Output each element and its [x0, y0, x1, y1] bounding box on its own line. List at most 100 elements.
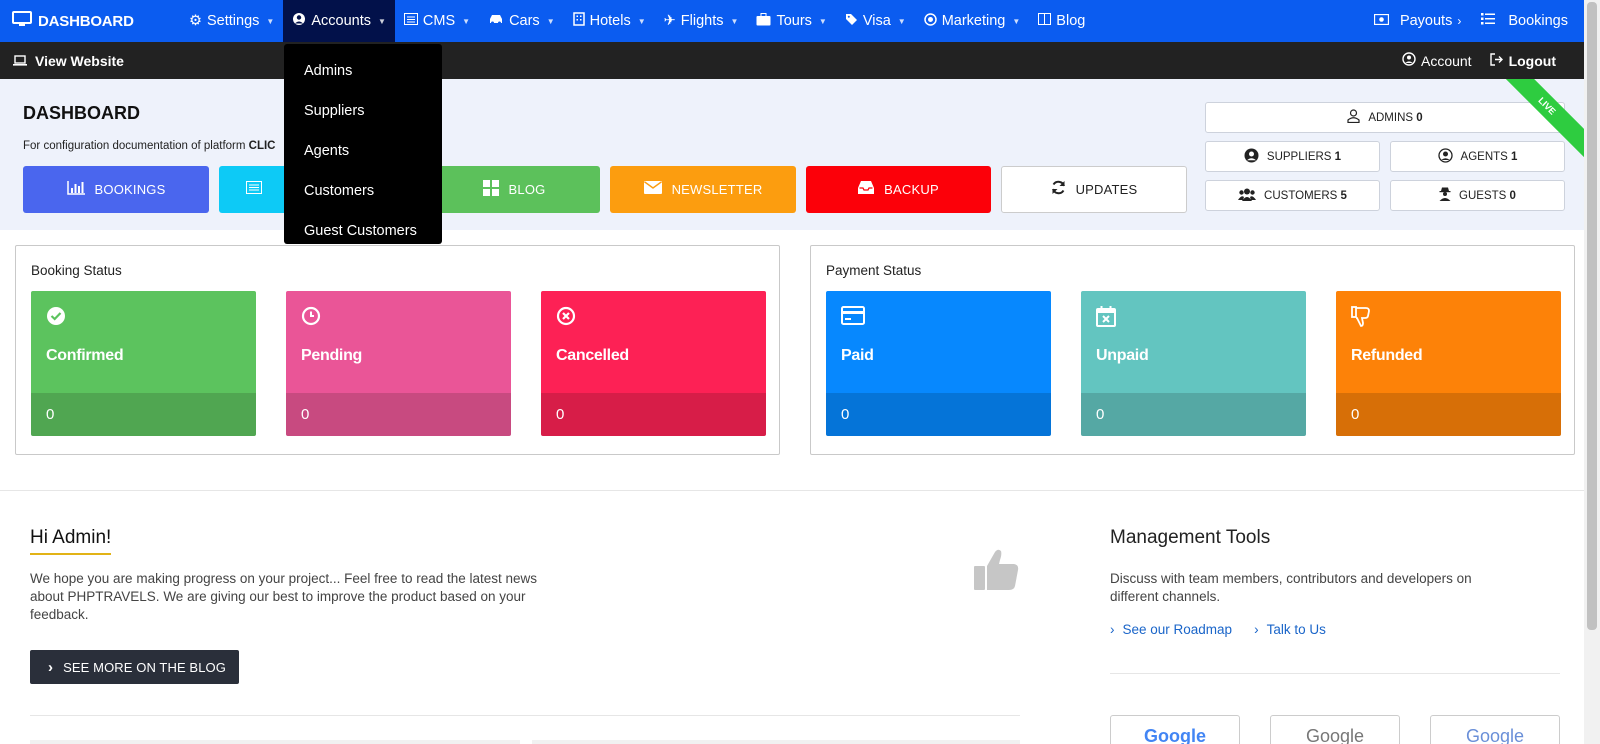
backup-button-label: BACKUP: [884, 182, 939, 197]
nav-blog[interactable]: Blog: [1029, 0, 1094, 42]
top-navbar: DASHBOARD ⚙ Settings ▼ Accounts ▼ CMS ▼ …: [0, 0, 1600, 42]
inbox-icon: [858, 181, 875, 198]
envelope-icon: [643, 181, 662, 198]
chevron-down-icon: ▼: [897, 16, 906, 26]
google-logo-tile[interactable]: Google: [1270, 715, 1400, 744]
unpaid-label: Unpaid: [1096, 347, 1149, 364]
blog-button[interactable]: BLOG: [428, 166, 600, 213]
guests-label: GUESTS: [1459, 189, 1507, 202]
briefcase-icon: [756, 12, 771, 30]
dropdown-item-guest-customers[interactable]: Guest Customers: [284, 212, 442, 252]
nav-settings-label: Settings: [207, 13, 260, 29]
view-website-link[interactable]: View Website: [0, 53, 124, 69]
backup-button[interactable]: BACKUP: [806, 166, 991, 213]
page-scrollbar[interactable]: [1584, 0, 1600, 744]
nav-flights-label: Flights: [680, 13, 724, 29]
bookings-button-label: BOOKINGS: [94, 182, 166, 197]
management-tools-title: Management Tools: [1110, 527, 1271, 548]
gear-icon: ⚙: [189, 13, 202, 29]
talk-to-us-link[interactable]: › Talk to Us: [1254, 622, 1326, 637]
paid-card-top: Paid: [826, 291, 1051, 393]
car-icon: [488, 13, 504, 29]
management-tools-text: Discuss with team members, contributors …: [1110, 571, 1472, 604]
refunded-card-top: Refunded: [1336, 291, 1561, 393]
admins-stat[interactable]: ADMINS 0: [1205, 102, 1565, 133]
roadmap-link[interactable]: › See our Roadmap: [1110, 622, 1232, 637]
dashboard-header: DASHBOARD For configuration documentatio…: [0, 79, 1584, 230]
talk-to-us-link-label: Talk to Us: [1266, 622, 1326, 637]
suppliers-stat[interactable]: SUPPLIERS 1: [1205, 141, 1380, 172]
money-icon: [1373, 13, 1390, 29]
paid-label: Paid: [841, 347, 874, 364]
chevron-down-icon: ▼: [546, 16, 555, 26]
agents-stat[interactable]: AGENTS 1: [1390, 141, 1565, 172]
chevron-down-icon: ▼: [377, 16, 386, 26]
welcome-title: Hi Admin!: [30, 527, 112, 555]
nav-hotels-label: Hotels: [589, 13, 631, 29]
user-secret-icon: [1439, 187, 1451, 204]
admins-label: ADMINS: [1368, 111, 1414, 124]
building-icon: [572, 12, 585, 30]
refunded-card[interactable]: Refunded 0: [1336, 291, 1561, 436]
nav-cars-label: Cars: [509, 13, 540, 29]
booking-status-title: Booking Status: [31, 263, 122, 278]
nav-flights[interactable]: ✈ Flights ▼: [655, 0, 748, 42]
payment-status-panel: Payment Status Paid 0 Unpaid 0 Refunded …: [810, 245, 1575, 455]
confirmed-card[interactable]: Confirmed 0: [31, 291, 256, 436]
guests-stat[interactable]: GUESTS 0: [1390, 180, 1565, 211]
guests-count: 0: [1509, 189, 1516, 202]
chevron-right-icon: ›: [1110, 622, 1115, 637]
unpaid-card[interactable]: Unpaid 0: [1081, 291, 1306, 436]
customers-stat[interactable]: CUSTOMERS 5: [1205, 180, 1380, 211]
cancelled-count: 0: [541, 393, 766, 436]
nav-settings[interactable]: ⚙ Settings ▼: [180, 0, 283, 42]
nav-accounts[interactable]: Accounts ▼: [283, 0, 395, 42]
bookings-button[interactable]: BOOKINGS: [23, 166, 209, 213]
nav-cms[interactable]: CMS ▼: [395, 0, 479, 42]
see-more-blog-button[interactable]: › SEE MORE ON THE BLOG: [30, 650, 239, 684]
users-group-icon: [1238, 188, 1257, 204]
scrollbar-thumb[interactable]: [1587, 2, 1597, 630]
page-title: DASHBOARD: [23, 103, 140, 123]
brand[interactable]: DASHBOARD: [0, 11, 180, 31]
nav-payouts[interactable]: Payouts ›: [1364, 0, 1471, 42]
chevron-down-icon: ▼: [637, 16, 646, 26]
nav-tours[interactable]: Tours ▼: [747, 0, 835, 42]
agents-count: 1: [1511, 150, 1518, 163]
thumbs-down-icon: [1351, 306, 1371, 333]
subbar-right: Account Logout: [1402, 52, 1600, 69]
refunded-label: Refunded: [1351, 347, 1423, 364]
nav-hotels[interactable]: Hotels ▼: [564, 0, 655, 42]
nav-marketing[interactable]: Marketing ▼: [915, 0, 1030, 42]
google-logo-tile[interactable]: Google: [1430, 715, 1560, 744]
pending-card-top: Pending: [286, 291, 511, 393]
dropdown-item-agents[interactable]: Agents: [284, 132, 442, 172]
blog-button-label: BLOG: [508, 182, 546, 197]
view-website-label: View Website: [35, 52, 124, 69]
cancelled-card[interactable]: Cancelled 0: [541, 291, 766, 436]
nav-visa[interactable]: Visa ▼: [836, 0, 915, 42]
management-divider: [1110, 673, 1560, 674]
dropdown-item-admins[interactable]: Admins: [284, 52, 442, 92]
nav-accounts-label: Accounts: [311, 13, 371, 29]
unpaid-card-top: Unpaid: [1081, 291, 1306, 393]
updates-button[interactable]: UPDATES: [1001, 166, 1187, 213]
nav-cars[interactable]: Cars ▼: [479, 0, 564, 42]
booking-status-panel: Booking Status Confirmed 0 Pending 0 Can…: [15, 245, 780, 455]
confirmed-card-top: Confirmed: [31, 291, 256, 393]
bar-chart-icon: [66, 180, 85, 199]
nav-bookings[interactable]: Bookings: [1471, 0, 1578, 42]
dropdown-item-suppliers[interactable]: Suppliers: [284, 92, 442, 132]
cms-button[interactable]: [219, 166, 289, 213]
newsletter-button[interactable]: NEWSLETTER: [610, 166, 796, 213]
google-logo-tile[interactable]: Google: [1110, 715, 1240, 744]
dropdown-item-customers[interactable]: Customers: [284, 172, 442, 212]
logout-link[interactable]: Logout: [1489, 53, 1556, 69]
doc-link[interactable]: CLIC: [249, 140, 276, 152]
nav-visa-label: Visa: [862, 13, 891, 29]
user-outline-icon: [1347, 109, 1360, 126]
account-link[interactable]: Account: [1402, 52, 1472, 69]
paid-card[interactable]: Paid 0: [826, 291, 1051, 436]
pending-card[interactable]: Pending 0: [286, 291, 511, 436]
nav-marketing-label: Marketing: [941, 13, 1006, 29]
